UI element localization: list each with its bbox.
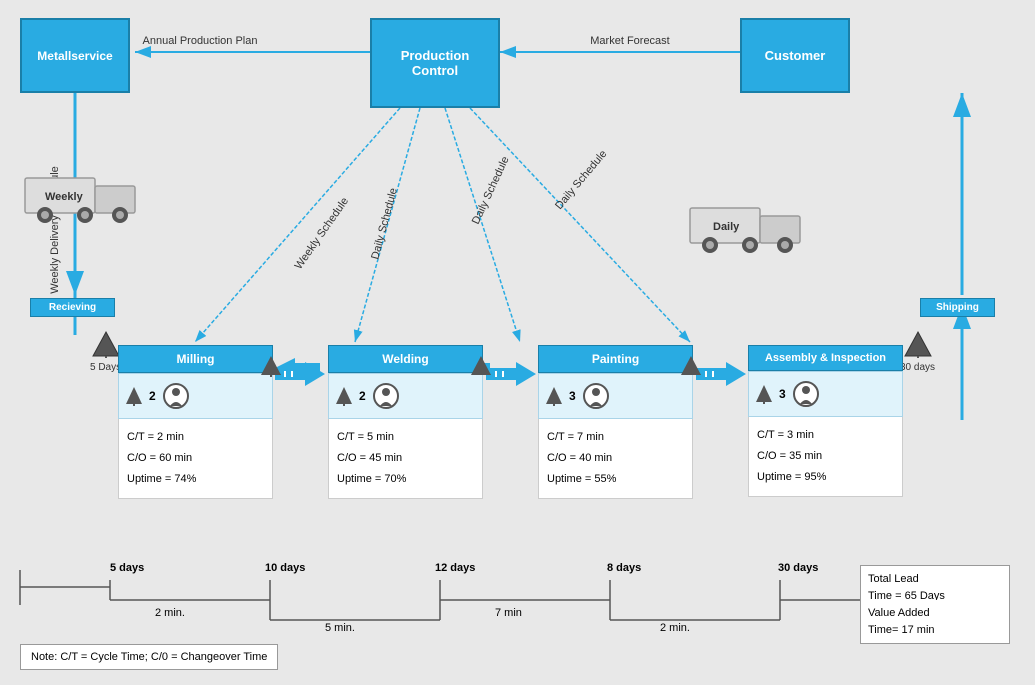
welding-section: Welding 2 C/T = 5 min C/O = 45 min Uptim… [328,345,483,499]
note-box: Note: C/T = Cycle Time; C/0 = Changeover… [20,644,278,670]
svg-text:Daily Schedule: Daily Schedule [369,187,400,261]
timeline-time-2: 5 min. [325,622,355,634]
receiving-label: Recieving [30,298,115,317]
timeline-time-1: 2 min. [155,607,185,619]
weekly-truck: Weekly [20,168,150,228]
value-added-box: Value Added Time= 17 min [860,600,1010,644]
milling-header: Milling [118,345,273,373]
assembly-details: C/T = 3 min C/O = 35 min Uptime = 95% [748,417,903,497]
painting-details: C/T = 7 min C/O = 40 min Uptime = 55% [538,419,693,499]
svg-text:Annual Production Plan: Annual Production Plan [143,35,258,47]
svg-text:Weekly Schedule: Weekly Schedule [293,195,351,271]
timeline-days-4: 8 days [607,562,641,574]
welding-header: Welding [328,345,483,373]
welding-operators: 2 [328,373,483,419]
customer-label: Customer [765,48,826,63]
daily-truck: Daily [685,198,815,258]
welding-details: C/T = 5 min C/O = 45 min Uptime = 70% [328,419,483,499]
push-arrow-3 [696,360,746,391]
painting-section: Painting 3 C/T = 7 min C/O = 40 min Upti… [538,345,693,499]
milling-details: C/T = 2 min C/O = 60 min Uptime = 74% [118,419,273,499]
timeline-days-5: 30 days [778,562,818,574]
metallservice-box: Metallservice [20,18,130,93]
metallservice-label: Metallservice [37,49,112,63]
inventory-m-w [260,355,282,377]
inventory-p-a [680,355,702,377]
production-control-label: Production Control [401,48,470,78]
svg-text:Weekly: Weekly [45,191,84,203]
painting-header: Painting [538,345,693,373]
assembly-section: Assembly & Inspection 3 C/T = 3 min C/O … [748,345,903,497]
milling-section: Milling 2 C/T = 2 min C/O = 60 min Uptim… [118,345,273,499]
svg-text:Market Forecast: Market Forecast [590,35,669,47]
timeline-days-1: 5 days [110,562,144,574]
timeline-time-4: 2 min. [660,622,690,634]
svg-text:Daily Schedule: Daily Schedule [553,148,609,212]
push-arrow-1 [275,360,325,391]
timeline-days-2: 10 days [265,562,305,574]
inventory-w-p [470,355,492,377]
assembly-header: Assembly & Inspection [748,345,903,371]
assembly-operators: 3 [748,371,903,417]
painting-operators: 3 [538,373,693,419]
push-arrow-2 [486,360,536,391]
inventory-left: 5 Days [90,330,121,373]
svg-text:Daily Schedule: Daily Schedule [470,155,512,227]
svg-text:Daily: Daily [713,221,740,233]
timeline-time-3: 7 min [495,607,522,619]
shipping-label: Shipping [920,298,995,317]
production-control-box: Production Control [370,18,500,108]
inventory-right: 30 days [900,330,935,373]
milling-operators: 2 [118,373,273,419]
customer-box: Customer [740,18,850,93]
timeline-days-3: 12 days [435,562,475,574]
